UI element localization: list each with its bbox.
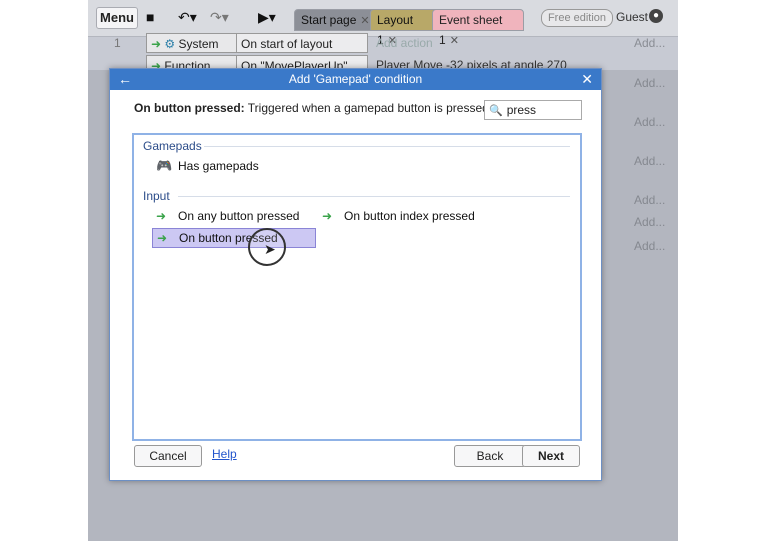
description-text: Triggered when a gamepad button is press… [244,101,493,115]
trigger-arrow-icon: ➜ [151,37,162,51]
close-icon[interactable]: ✕ [360,15,369,27]
list-item-on-button-pressed[interactable]: ➜ On button pressed [152,228,316,248]
description-heading: On button pressed: [134,101,245,115]
list-item-label: On button index pressed [344,209,475,223]
add-link[interactable]: Add... [634,33,665,53]
cancel-button[interactable]: Cancel [134,445,202,467]
help-link[interactable]: Help [212,447,237,461]
save-icon[interactable]: ■ [146,8,154,26]
back-arrow-icon[interactable]: ← [118,69,132,90]
dialog-title-bar: ← Add 'Gamepad' condition ✕ [110,69,601,90]
search-value: press [506,103,537,117]
trigger-arrow-icon: ➜ [322,209,333,223]
edition-badge[interactable]: Free edition [541,9,613,27]
category-divider [178,196,570,197]
list-item-has-gamepads[interactable]: 🎮 Has gamepads [152,157,259,175]
mouse-pointer-icon: ➤ [264,241,276,257]
next-button[interactable]: Next [522,445,580,467]
trigger-arrow-icon: ➜ [156,209,167,223]
tab-label: Start page [301,13,357,27]
main-toolbar: Menu ■ ↶▾ ↷▾ ▶▾ Start page ✕ Layout 1 ✕ Ev… [88,0,678,47]
event-object[interactable]: ➜ ⚙ System [146,33,238,53]
play-icon[interactable]: ▶▾ [258,8,276,26]
undo-icon[interactable]: ↶▾ [178,8,197,26]
event-row[interactable]: 1 ➜ ⚙ System On start of layout Add acti… [88,33,678,53]
gear-icon: ⚙ [164,37,176,51]
event-number: 1 [114,36,121,50]
close-icon[interactable]: ✕ [581,69,593,90]
add-action-link[interactable]: Add action [376,33,433,53]
list-item-on-any-button-pressed[interactable]: ➜ On any button pressed [152,207,299,225]
redo-icon[interactable]: ↷▾ [210,8,229,26]
menu-button[interactable]: Menu [96,7,138,29]
dialog-title: Add 'Gamepad' condition [288,72,423,86]
tab-start-page[interactable]: Start page ✕ [294,9,378,31]
event-object-label: System [178,37,219,51]
add-condition-dialog: ← Add 'Gamepad' condition ✕ On button pr… [109,68,602,481]
user-account-icon[interactable]: ● [649,9,663,23]
condition-description: On button pressed: Triggered when a game… [134,101,492,115]
gamepad-icon: 🎮 [156,158,173,173]
category-gamepads: Gamepads [143,139,202,153]
search-input[interactable]: 🔍 press [484,100,582,120]
trigger-arrow-icon: ➜ [157,231,168,245]
user-label[interactable]: Guest [616,10,648,24]
condition-list: Gamepads 🎮 Has gamepads Input ➜ On any but… [132,133,582,441]
event-condition[interactable]: On start of layout [236,33,368,53]
back-button[interactable]: Back [454,445,526,467]
tab-event-sheet-1[interactable]: Event sheet 1 ✕ [432,9,524,47]
category-input: Input [143,189,170,203]
list-item-on-button-index-pressed[interactable]: ➜ On button index pressed [318,207,475,225]
list-item-label: On any button pressed [178,209,300,223]
category-divider [204,146,570,147]
list-item-label: Has gamepads [178,159,259,173]
search-icon: 🔍 [489,105,503,117]
